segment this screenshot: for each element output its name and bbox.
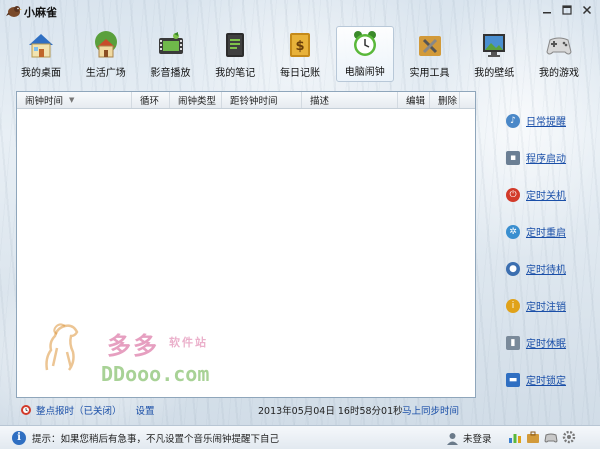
svg-text:$: $ — [295, 39, 304, 54]
tool-utilities[interactable]: 实用工具 — [401, 26, 459, 82]
program-icon: ▪ — [506, 150, 520, 165]
sync-time-link[interactable]: 马上同步时间 — [402, 403, 459, 417]
alarm-clock-icon — [353, 31, 376, 56]
gear-icon[interactable] — [562, 430, 576, 444]
gamepad-icon — [546, 37, 572, 55]
standby-icon: ● — [506, 261, 520, 276]
current-datetime: 2013年05月04日 16时58分01秒 — [258, 406, 403, 417]
col-delete[interactable]: 删除 — [430, 92, 460, 108]
gamepad-small-icon[interactable] — [544, 430, 558, 444]
side-timed-lock[interactable]: ▬ 定时锁定 — [502, 361, 598, 398]
chime-icon — [21, 405, 31, 415]
side-menu: ♪ 日常提醒 ▪ 程序启动 ⏻ 定时关机 ✲ 定时重启 ● 定时待机 i 定时注… — [502, 102, 598, 398]
side-timed-hibernate[interactable]: ▮ 定时休眠 — [502, 324, 598, 361]
logoff-icon: i — [506, 298, 520, 313]
hibernate-icon: ▮ — [506, 335, 520, 350]
toolbox-icon[interactable] — [526, 430, 540, 444]
restart-icon: ✲ — [506, 224, 520, 239]
side-daily-reminder[interactable]: ♪ 日常提醒 — [502, 102, 598, 139]
alarm-list-panel: 闹钟时间 ▼ 循环 闹钟类型 距铃钟时间 描述 编辑 删除 多多 软件站 DDo… — [16, 91, 476, 398]
col-edit[interactable]: 编辑 — [398, 92, 430, 108]
maximize-icon[interactable] — [558, 2, 576, 18]
side-timed-standby[interactable]: ● 定时待机 — [502, 250, 598, 287]
app-title: 小麻雀 — [24, 6, 57, 19]
bottom-bar: i 提示：如果您稍后有急事，不凡设置个音乐闹钟提醒下自己 未登录 — [0, 425, 600, 449]
film-icon — [158, 32, 183, 54]
title-bar: 小麻雀 — [0, 0, 600, 22]
hourly-chime-toggle[interactable]: 整点报时（已关闭） — [16, 403, 122, 417]
power-icon: ⏻ — [506, 187, 520, 202]
alarm-table-header: 闹钟时间 ▼ 循环 闹钟类型 距铃钟时间 描述 编辑 删除 — [17, 92, 475, 109]
side-timed-restart[interactable]: ✲ 定时重启 — [502, 213, 598, 250]
tool-my-desktop[interactable]: 我的桌面 — [12, 26, 70, 82]
col-alarm-type[interactable]: 闹钟类型 — [170, 92, 222, 108]
house-icon — [29, 34, 53, 58]
col-time-remaining[interactable]: 距铃钟时间 — [222, 92, 302, 108]
tool-media-player[interactable]: 影音播放 — [142, 26, 200, 82]
window-controls — [538, 2, 596, 18]
alarm-status-row: 整点报时（已关闭） 设置 2013年05月04日 16时58分01秒 马上同步时… — [16, 402, 476, 418]
tool-my-games[interactable]: 我的游戏 — [530, 26, 588, 82]
ledger-icon: $ — [290, 33, 310, 57]
user-icon — [447, 432, 458, 445]
settings-link[interactable]: 设置 — [136, 403, 155, 417]
col-repeat[interactable]: 循环 — [132, 92, 170, 108]
close-icon[interactable] — [578, 2, 596, 18]
info-icon: i — [12, 430, 26, 445]
wallpaper-icon — [483, 34, 506, 57]
tools-icon — [418, 36, 441, 56]
tool-daily-ledger[interactable]: $ 每日记账 — [271, 26, 329, 82]
cottage-icon — [94, 31, 117, 58]
tray-icons — [508, 430, 576, 444]
notebook-icon — [226, 33, 245, 57]
sort-down-icon: ▼ — [69, 96, 75, 104]
bell-icon: ♪ — [506, 113, 520, 128]
tool-pc-alarm[interactable]: 电脑闹钟 — [335, 26, 394, 82]
login-status[interactable]: 未登录 — [446, 431, 492, 445]
side-timed-shutdown[interactable]: ⏻ 定时关机 — [502, 176, 598, 213]
main-toolbar: 我的桌面 生活广场 影音播放 我的笔记 $ 每日记账 电脑闹钟 实用工具 我的壁… — [12, 26, 588, 84]
minimize-icon[interactable] — [538, 2, 556, 18]
tip-text: 提示：如果您稍后有急事，不凡设置个音乐闹钟提醒下自己 — [32, 433, 280, 445]
col-description[interactable]: 描述 — [302, 92, 398, 108]
side-timed-logoff[interactable]: i 定时注销 — [502, 287, 598, 324]
alarm-table-body — [17, 109, 475, 397]
tool-life-plaza[interactable]: 生活广场 — [77, 26, 135, 82]
tool-my-notes[interactable]: 我的笔记 — [206, 26, 264, 82]
lock-icon: ▬ — [506, 372, 520, 387]
tool-my-wallpaper[interactable]: 我的壁纸 — [465, 26, 523, 82]
chart-icon[interactable] — [508, 430, 522, 444]
sparrow-logo-icon — [6, 6, 22, 17]
col-alarm-time[interactable]: 闹钟时间 ▼ — [17, 92, 132, 108]
side-program-launch[interactable]: ▪ 程序启动 — [502, 139, 598, 176]
